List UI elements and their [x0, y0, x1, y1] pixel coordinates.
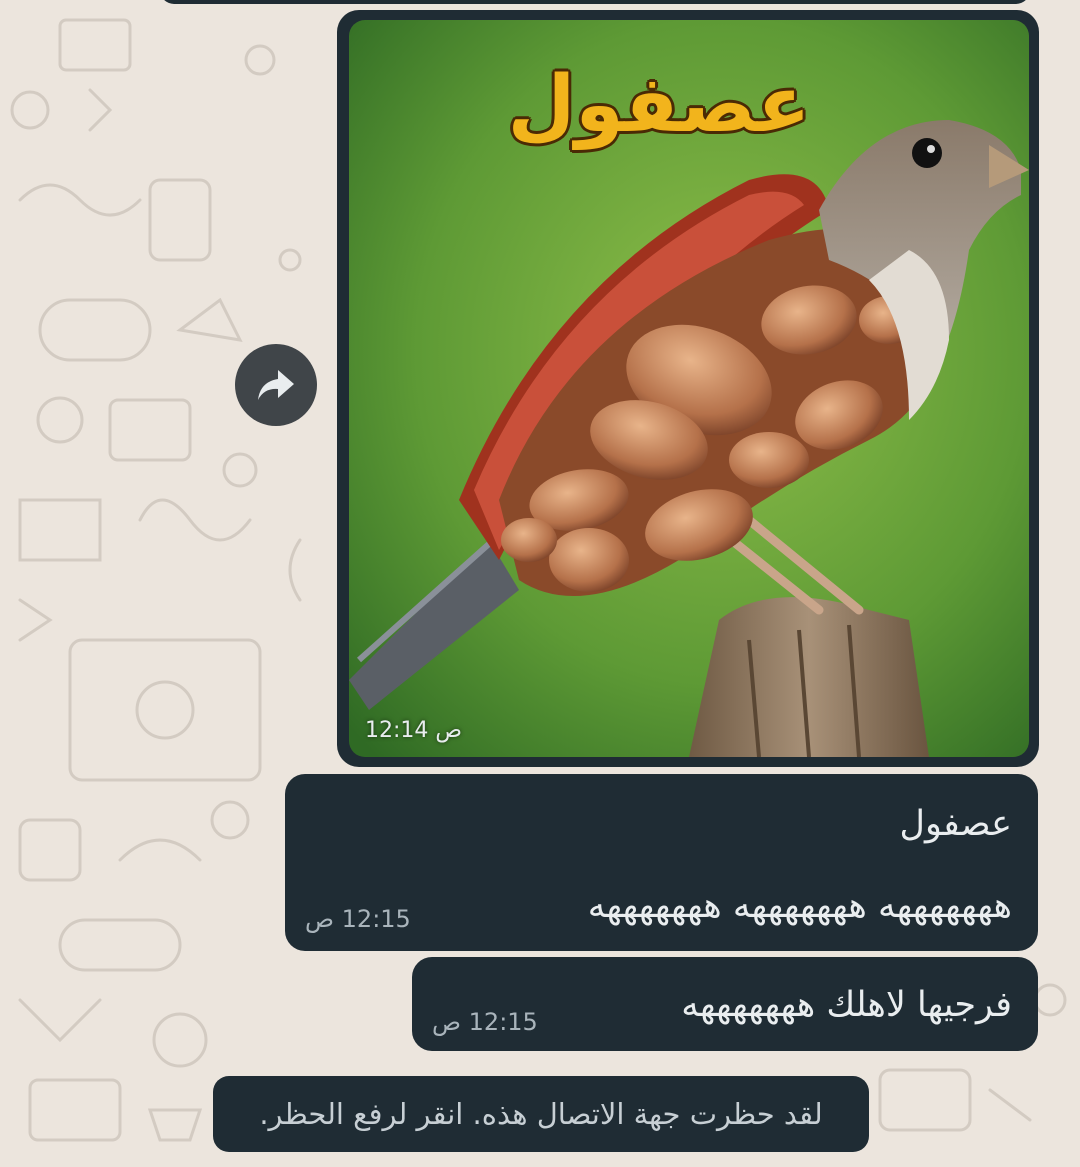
- image-message-time: 12:14 ص: [365, 718, 463, 743]
- message-time: 12:15 ص: [432, 1008, 538, 1036]
- message-bubble[interactable]: فرجيها لاهلك هههههههه 12:15 ص: [412, 957, 1038, 1051]
- message-text: فرجيها لاهلك هههههههه: [681, 985, 1012, 1025]
- blocked-contact-notice[interactable]: لقد حظرت جهة الاتصال هذه. انقر لرفع الحظ…: [213, 1076, 869, 1152]
- message-bubble[interactable]: عصفول هههههههه هههههههه هههههههه 12:15 ص: [285, 774, 1038, 951]
- previous-message-bubble-edge: [160, 0, 1030, 4]
- forward-arrow-icon: [258, 370, 294, 400]
- message-text: عصفول: [899, 804, 1012, 844]
- message-text: هههههههه هههههههه هههههههه: [587, 886, 1012, 926]
- shared-photo[interactable]: عصفول 12:14 ص: [349, 20, 1029, 757]
- message-time: 12:15 ص: [305, 905, 411, 933]
- photo-caption-overlay: عصفول: [507, 60, 811, 150]
- forward-button[interactable]: [235, 344, 317, 426]
